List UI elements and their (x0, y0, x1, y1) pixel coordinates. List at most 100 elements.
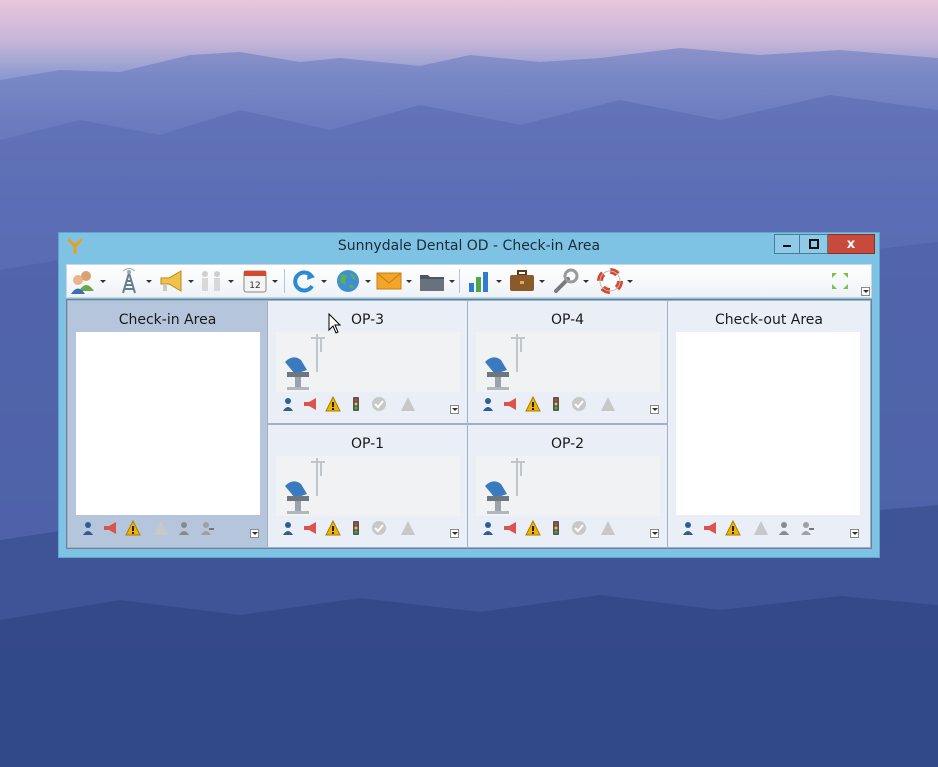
patient-icon (483, 522, 493, 535)
dental-chair-icon (285, 334, 325, 390)
reports-dropdown[interactable] (494, 267, 503, 295)
megaphone-icon (104, 522, 116, 534)
toolbar-reports-button[interactable] (465, 267, 503, 295)
maximize-icon (808, 239, 819, 249)
megaphone-icon (504, 398, 516, 410)
warning-icon (525, 396, 541, 412)
maximize-button[interactable] (800, 234, 828, 254)
dental-chair-image (476, 332, 660, 392)
toolbar-calendar-button[interactable]: 12 (241, 267, 279, 295)
toolbar-globe-button[interactable] (334, 267, 372, 295)
person-icon (179, 522, 189, 535)
warning-icon (325, 520, 341, 536)
mail-dropdown[interactable] (404, 267, 413, 295)
toolbar-people-button[interactable] (197, 267, 235, 295)
area-menu-button[interactable] (650, 529, 659, 538)
person-icon (779, 522, 789, 535)
warning-icon (725, 520, 741, 536)
toolbar-mail-button[interactable] (375, 267, 413, 295)
area-patient-list[interactable] (676, 332, 860, 515)
area-patient-list[interactable] (76, 332, 260, 515)
check-icon (572, 521, 586, 535)
toolbar-tools-button[interactable] (552, 267, 590, 295)
patient-icon (683, 522, 693, 535)
people-icon (202, 271, 220, 291)
area-title: Check-out Area (715, 312, 823, 328)
folder-icon (420, 275, 444, 291)
toolbar-patients-button[interactable] (69, 267, 107, 295)
help-dropdown[interactable] (625, 267, 634, 295)
tools-dropdown[interactable] (581, 267, 590, 295)
toolbar-help-button[interactable] (596, 267, 634, 295)
warning-icon (325, 396, 341, 412)
area-status-bar (276, 393, 460, 415)
toolbar-expand-button[interactable] (829, 267, 851, 295)
tools-icon (554, 268, 579, 293)
megaphone-icon (704, 522, 716, 534)
workspace: Check-in Area OP-3 OP-4 OP-1 OP-2 Check-… (66, 299, 872, 549)
toolbar-folder-button[interactable] (418, 267, 456, 295)
area-status-bar (76, 517, 260, 539)
toolbar-refresh-button[interactable] (290, 267, 328, 295)
warning-disabled-icon (401, 397, 415, 411)
patient-icon (483, 398, 493, 411)
minimize-button[interactable] (774, 234, 800, 254)
area-menu-button[interactable] (450, 529, 459, 538)
person-transfer-icon (201, 522, 214, 535)
folder-dropdown[interactable] (447, 267, 456, 295)
toolbar-briefcase-button[interactable] (508, 267, 546, 295)
toolbar-megaphone-button[interactable] (157, 267, 195, 295)
area-checkin[interactable]: Check-in Area (68, 301, 267, 547)
chart-icon (469, 272, 488, 292)
calendar-icon: 12 (243, 270, 267, 293)
people-dropdown[interactable] (226, 267, 235, 295)
area-menu-button[interactable] (250, 529, 259, 538)
area-menu-button[interactable] (850, 529, 859, 538)
megaphone-icon (160, 270, 182, 292)
area-op2[interactable]: OP-2 (468, 425, 667, 547)
traffic-light-icon (553, 521, 559, 535)
mouse-cursor-icon (328, 313, 342, 334)
area-menu-button[interactable] (450, 405, 459, 414)
window-title: Sunnydale Dental OD - Check-in Area (337, 238, 601, 254)
warning-disabled-icon (601, 397, 615, 411)
refresh-dropdown[interactable] (319, 267, 328, 295)
briefcase-icon (510, 270, 534, 291)
lifebuoy-icon (597, 268, 623, 294)
dental-chair-image (476, 456, 660, 516)
warning-disabled-icon (401, 521, 415, 535)
area-op3[interactable]: OP-3 (268, 301, 467, 423)
megaphone-icon (504, 522, 516, 534)
warning-disabled-icon (154, 521, 168, 535)
briefcase-dropdown[interactable] (537, 267, 546, 295)
tower-dropdown[interactable] (144, 267, 153, 295)
area-op1[interactable]: OP-1 (268, 425, 467, 547)
toolbar-overflow-button[interactable] (861, 287, 870, 296)
minimize-icon (783, 245, 791, 247)
area-status-bar (476, 517, 660, 539)
area-title: OP-1 (350, 436, 385, 452)
dental-chair-icon (485, 334, 525, 390)
globe-dropdown[interactable] (363, 267, 372, 295)
close-button[interactable]: x (828, 234, 875, 254)
area-checkout[interactable]: Check-out Area (668, 301, 870, 547)
patients-dropdown[interactable] (98, 267, 107, 295)
person-transfer-icon (801, 522, 814, 535)
area-op4[interactable]: OP-4 (468, 301, 667, 423)
megaphone-dropdown[interactable] (186, 267, 195, 295)
patient-icon (283, 398, 293, 411)
area-menu-button[interactable] (650, 405, 659, 414)
toolbar-tower-button[interactable] (115, 267, 153, 295)
area-status-bar (276, 517, 460, 539)
traffic-light-icon (553, 397, 559, 411)
svg-text:12: 12 (249, 281, 260, 291)
refresh-icon (293, 270, 315, 293)
warning-icon (525, 520, 541, 536)
dental-chair-icon (485, 458, 525, 514)
title-bar[interactable]: Sunnydale Dental OD - Check-in Area x (59, 233, 879, 261)
calendar-dropdown[interactable] (270, 267, 279, 295)
dental-chair-image (276, 456, 460, 516)
area-status-bar (476, 393, 660, 415)
area-status-bar (676, 517, 860, 539)
patient-icon (283, 522, 293, 535)
